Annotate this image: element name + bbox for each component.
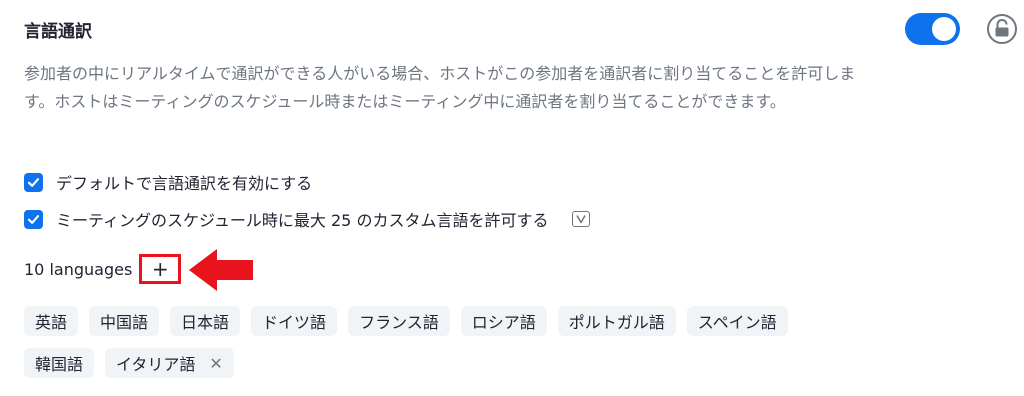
language-chip: 日本語 — [170, 306, 241, 336]
languages-count-row: 10 languages + — [24, 254, 182, 284]
language-chip[interactable]: イタリア語 ✕ — [105, 348, 234, 378]
language-chip: 中国語 — [89, 306, 160, 336]
language-chip: 韓国語 — [24, 348, 95, 378]
language-chip-label: イタリア語 — [116, 355, 196, 374]
language-chip-label: ポルトガル語 — [568, 313, 665, 332]
language-interpretation-toggle[interactable] — [905, 13, 960, 45]
language-chip-label: 英語 — [35, 313, 68, 332]
check-icon — [27, 214, 40, 224]
red-arrow-left-icon — [189, 249, 253, 291]
language-chips: 英語 中国語 日本語 ドイツ語 フランス語 ロシア語 ポルトガル語 スペイン語 韓国語 イタリア… — [24, 306, 904, 390]
language-chip-label: 中国語 — [100, 313, 149, 332]
language-chip: ポルトガル語 — [557, 306, 676, 336]
language-chip: 英語 — [24, 306, 79, 336]
lock-open-icon[interactable] — [986, 13, 1018, 45]
option-enable-default: デフォルトで言語通訳を有効にする — [24, 170, 312, 194]
languages-count: 10 languages — [24, 259, 133, 279]
v-badge-icon[interactable] — [572, 211, 591, 227]
option-custom-languages: ミーティングのスケジュール時に最大 25 のカスタム言語を許可する — [24, 207, 591, 231]
section-description: 参加者の中にリアルタイムで通訳ができる人がいる場合、ホストがこの参加者を通訳者に… — [24, 64, 856, 111]
language-chip-row: 韓国語 イタリア語 ✕ — [24, 348, 904, 378]
add-language-button[interactable]: + — [139, 254, 182, 284]
toggle-knob — [932, 17, 956, 41]
language-chip: ロシア語 — [460, 306, 547, 336]
language-chip-label: 韓国語 — [35, 355, 84, 374]
language-chip-label: ドイツ語 — [262, 313, 327, 332]
check-icon — [27, 177, 40, 187]
close-icon[interactable]: ✕ — [209, 354, 222, 373]
language-chip: ドイツ語 — [251, 306, 338, 336]
language-chip-label: フランス語 — [359, 313, 439, 332]
language-chip: フランス語 — [348, 306, 450, 336]
option-label: デフォルトで言語通訳を有効にする — [56, 174, 313, 193]
option-label: ミーティングのスケジュール時に最大 25 のカスタム言語を許可する — [56, 211, 549, 230]
language-chip-label: スペイン語 — [697, 313, 777, 332]
language-chip: スペイン語 — [686, 306, 788, 336]
language-chip-label: 日本語 — [181, 313, 230, 332]
language-chip-row: 英語 中国語 日本語 ドイツ語 フランス語 ロシア語 ポルトガル語 スペイン語 — [24, 306, 904, 336]
checkbox-enable-default[interactable] — [24, 172, 43, 192]
checkbox-custom-languages[interactable] — [24, 209, 43, 229]
section-title: 言語通訳 — [24, 22, 92, 42]
language-chip-label: ロシア語 — [471, 313, 536, 332]
